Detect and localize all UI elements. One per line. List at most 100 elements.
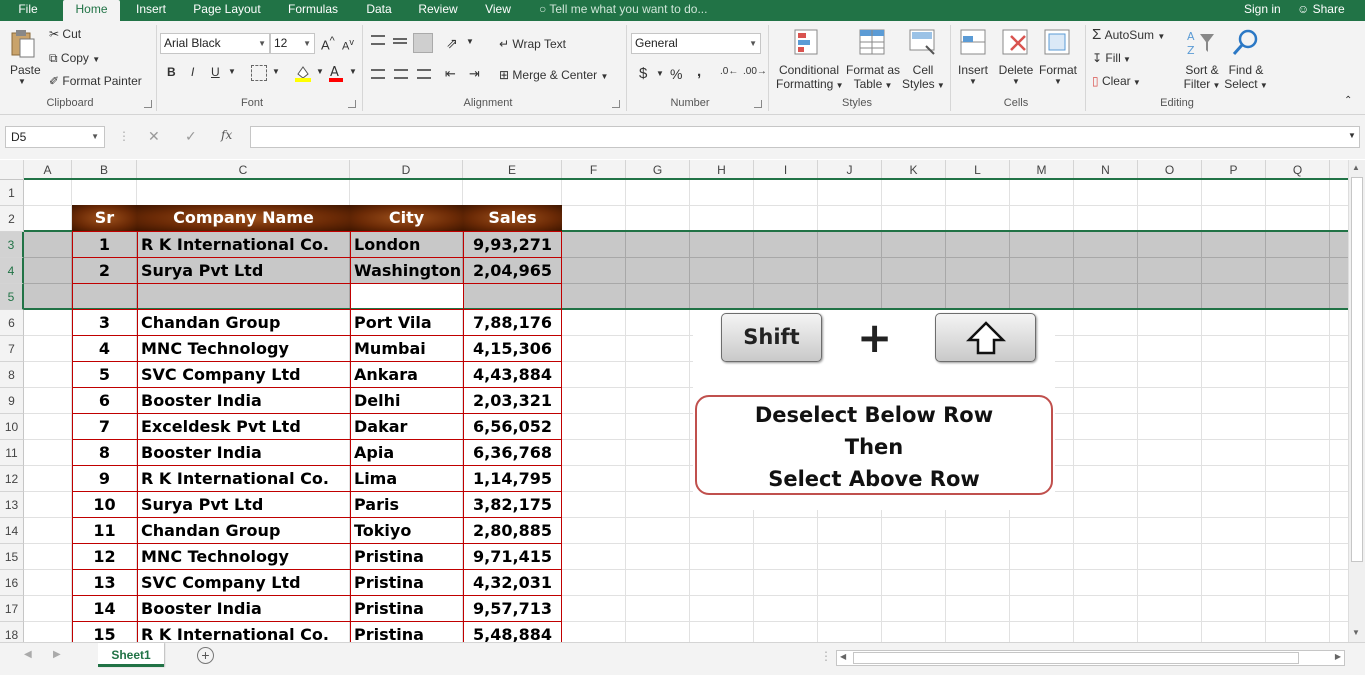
horizontal-scroll-thumb[interactable] (853, 652, 1299, 664)
cell-city[interactable]: Mumbai (350, 336, 463, 362)
font-name-dropdown[interactable]: Arial Black ▼ (160, 33, 270, 54)
scroll-up-icon[interactable]: ▲ (1352, 163, 1360, 172)
fill-button[interactable]: ↧ Fill ▼ (1092, 51, 1131, 65)
cell-city[interactable]: Pristina (350, 544, 463, 570)
cell-city[interactable]: Washington (350, 258, 463, 284)
tab-file[interactable]: File (0, 0, 56, 21)
cell-city[interactable]: Dakar (350, 414, 463, 440)
insert-button[interactable]: Insert ▼ (954, 63, 992, 86)
cell-sales[interactable] (463, 284, 562, 310)
cell-sr[interactable]: 5 (72, 362, 137, 388)
cell-sr[interactable]: 9 (72, 466, 137, 492)
borders-chevron-down-icon[interactable]: ▼ (272, 67, 280, 76)
column-header-i[interactable]: I (754, 160, 818, 180)
wrap-text-button[interactable]: ↵ Wrap Text (499, 37, 566, 51)
cell-sr[interactable]: 3 (72, 310, 137, 336)
column-header-g[interactable]: G (626, 160, 690, 180)
cell-sales[interactable]: 6,56,052 (463, 414, 562, 440)
scroll-right-icon[interactable]: ▶ (1335, 652, 1341, 661)
column-header-f[interactable]: F (562, 160, 626, 180)
sort-filter-button[interactable]: Sort & Filter ▼ (1182, 63, 1222, 91)
column-header-a[interactable]: A (24, 160, 72, 180)
column-header-b[interactable]: B (72, 160, 137, 180)
delete-button[interactable]: Delete ▼ (996, 63, 1036, 86)
row-header-12[interactable]: 12 (0, 466, 24, 492)
tell-me-search[interactable]: ○ Tell me what you want to do... (539, 0, 707, 21)
cell-company[interactable] (137, 284, 350, 310)
row-header-8[interactable]: 8 (0, 362, 24, 388)
row-header-11[interactable]: 11 (0, 440, 24, 466)
cell-sr[interactable]: 8 (72, 440, 137, 466)
cell-sales[interactable]: 9,57,713 (463, 596, 562, 622)
number-launcher-icon[interactable] (754, 100, 762, 108)
row-header-7[interactable]: 7 (0, 336, 24, 362)
column-header-k[interactable]: K (882, 160, 946, 180)
cell-sales[interactable]: 6,36,768 (463, 440, 562, 466)
cell-company[interactable]: MNC Technology (137, 336, 350, 362)
vertical-scroll-thumb[interactable] (1351, 177, 1363, 562)
font-color-chevron-down-icon[interactable]: ▼ (349, 67, 357, 76)
cell-city[interactable]: London (350, 232, 463, 258)
clear-button[interactable]: ▯ Clear ▼ (1092, 74, 1141, 88)
cell-sales[interactable]: 2,80,885 (463, 518, 562, 544)
find-select-button[interactable]: Find & Select ▼ (1224, 63, 1268, 91)
sheet-tab-sheet1[interactable]: Sheet1 (98, 643, 164, 667)
align-middle-icon[interactable] (393, 38, 407, 44)
conditional-formatting-button[interactable]: Conditional Formatting ▼ (776, 63, 844, 91)
column-header-c[interactable]: C (137, 160, 350, 180)
column-header-n[interactable]: N (1074, 160, 1138, 180)
cell-company[interactable]: Booster India (137, 388, 350, 414)
italic-button[interactable]: I (191, 65, 194, 79)
collapse-ribbon-icon[interactable]: ⌃ (1344, 95, 1352, 106)
cell-city[interactable]: Ankara (350, 362, 463, 388)
next-sheet-icon[interactable]: ▶ (53, 649, 61, 660)
cell-sr[interactable] (72, 284, 137, 310)
cell-city[interactable]: Apia (350, 440, 463, 466)
font-size-dropdown[interactable]: 12 ▼ (270, 33, 315, 54)
cell-city[interactable]: Delhi (350, 388, 463, 414)
row-header-14[interactable]: 14 (0, 518, 24, 544)
cell-company[interactable]: Booster India (137, 440, 350, 466)
row-header-5[interactable]: 5 (0, 284, 24, 310)
share-button[interactable]: ☺ Share (1297, 0, 1345, 18)
row-header-17[interactable]: 17 (0, 596, 24, 622)
cell-sales[interactable]: 2,03,321 (463, 388, 562, 414)
cell-company[interactable]: Chandan Group (137, 310, 350, 336)
insert-function-button[interactable]: fx (221, 128, 232, 142)
cell-city[interactable]: Pristina (350, 622, 463, 642)
fill-chevron-down-icon[interactable]: ▼ (316, 67, 324, 76)
formula-input[interactable] (250, 126, 1360, 148)
cell-company[interactable]: R K International Co. (137, 466, 350, 492)
cell-city[interactable]: Lima (350, 466, 463, 492)
merge-center-button[interactable]: ⊞ Merge & Center ▼ (499, 68, 608, 82)
column-header-m[interactable]: M (1010, 160, 1074, 180)
tab-insert[interactable]: Insert (125, 0, 177, 21)
underline-chevron-down-icon[interactable]: ▼ (228, 67, 236, 76)
cell-company[interactable]: Surya Pvt Ltd (137, 258, 350, 284)
font-launcher-icon[interactable] (348, 100, 356, 108)
cell-sr[interactable]: 2 (72, 258, 137, 284)
header-city[interactable]: City (350, 205, 463, 231)
fill-color-icon[interactable] (294, 64, 312, 82)
scroll-left-icon[interactable]: ◀ (840, 652, 846, 661)
align-top-icon[interactable] (371, 35, 385, 45)
autosum-button[interactable]: Σ AutoSum ▼ (1092, 26, 1165, 43)
copy-button[interactable]: ⧉ Copy ▼ (49, 51, 100, 66)
header-sr[interactable]: Sr (72, 205, 137, 231)
cell-sales[interactable]: 4,43,884 (463, 362, 562, 388)
decrease-indent-icon[interactable]: ⇤ (445, 66, 456, 82)
cell-sr[interactable]: 14 (72, 596, 137, 622)
header-sales[interactable]: Sales (463, 205, 562, 231)
cell-sales[interactable]: 3,82,175 (463, 492, 562, 518)
grow-font-icon[interactable]: A^ (321, 35, 335, 52)
align-bottom-icon[interactable] (413, 33, 433, 53)
shrink-font-icon[interactable]: Av (342, 37, 354, 53)
currency-button[interactable]: $ (639, 65, 647, 82)
header-company-name[interactable]: Company Name (137, 205, 350, 231)
align-center-icon[interactable] (394, 69, 408, 79)
cell-sales[interactable]: 2,04,965 (463, 258, 562, 284)
number-format-dropdown[interactable]: General ▼ (631, 33, 761, 54)
cell-styles-button[interactable]: Cell Styles ▼ (902, 63, 945, 91)
cell-sr[interactable]: 1 (72, 232, 137, 258)
row-header-4[interactable]: 4 (0, 258, 24, 284)
